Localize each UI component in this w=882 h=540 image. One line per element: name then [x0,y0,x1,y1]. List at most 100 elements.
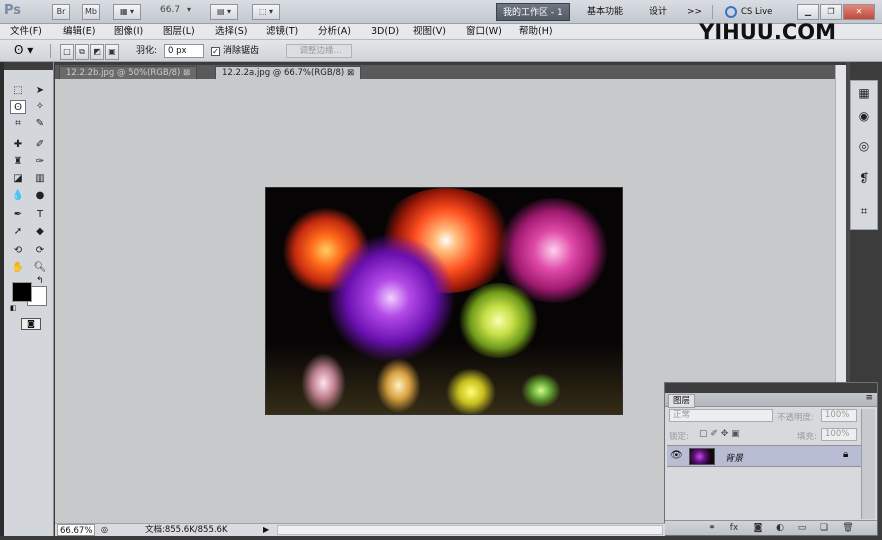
zoom-level[interactable]: 66.7 [160,5,180,15]
intersect-selection-button[interactable]: ▣ [105,44,119,60]
more-workspaces-button[interactable]: >> [681,3,708,21]
subtract-selection-button[interactable]: ◩ [90,44,104,60]
type-tool-icon[interactable]: T [32,208,48,222]
blur-tool-icon[interactable]: 💧 [10,189,26,203]
new-selection-icon: □ [63,47,71,56]
mini-bridge-button[interactable]: Mb [82,4,100,20]
tab-close-icon[interactable]: ⊠ [183,68,190,78]
layer-name[interactable]: 背景 [725,451,743,464]
foreground-color-swatch[interactable] [12,282,32,302]
hand-tool-icon[interactable]: ✋ [10,261,26,275]
visibility-eye-icon[interactable]: 👁︎ [670,450,683,461]
ground-firework-3 [446,368,496,414]
bridge-button[interactable]: Br [52,4,70,20]
link-layers-icon[interactable]: ⚭ [705,522,719,534]
status-menu-arrow-icon[interactable]: ▶ [263,524,269,536]
document-image-fireworks[interactable] [265,187,623,415]
menu-view[interactable]: 视图(V) [413,25,446,39]
brush-tool-icon[interactable]: ✐ [32,138,48,152]
eraser-tool-icon[interactable]: ◪ [10,172,26,186]
tab-close-icon[interactable]: ⊠ [347,68,354,78]
menu-window[interactable]: 窗口(W) [466,25,502,39]
rectangular-marquee-tool-icon[interactable]: ⬚ [10,84,26,98]
shape-tool-icon[interactable]: ◆ [32,225,48,239]
swap-colors-icon[interactable]: ↰ [36,276,44,286]
panel-dock: ▦ ◉ ◎ ❡ ⌗ [850,80,878,230]
layers-scrollbar[interactable] [861,409,875,519]
horizontal-scrollbar[interactable] [277,525,663,535]
3d-orbit-tool-icon[interactable]: ⟳ [32,244,48,258]
menu-layer[interactable]: 图层(L) [163,25,195,39]
adjustments-icon[interactable]: ◎ [854,136,874,156]
blend-mode-select[interactable]: 正常 [669,409,773,422]
menu-filter[interactable]: 滤镜(T) [266,25,298,39]
tools-panel: ⬚ ➤ ʘ ✧ ⌗ ✎ ✚ ✐ ♜ ✑ ◪ ▥ 💧 ● ✒ T ➚ ◆ ⟲ ⟳ … [4,62,54,540]
lock-icons[interactable]: ▢ ✐ ✥ ▣ [699,429,740,439]
zoom-tool-icon[interactable]: 🔍︎ [32,261,48,275]
info-icon[interactable]: ◉ [854,106,874,126]
spot-healing-tool-icon[interactable]: ✚ [10,138,26,152]
crop-tool-icon[interactable]: ⌗ [10,117,26,131]
tab-document-b[interactable]: 12.2.2b.jpg @ 50%(RGB/8) ⊠ [59,66,198,79]
transform-icon[interactable]: ⌗ [854,201,874,221]
cs-live-button[interactable]: CS Live [741,5,772,19]
workspace-essentials[interactable]: 基本功能 [581,3,629,21]
view-extras-button[interactable]: ▦ ▾ [113,4,141,20]
minimize-button[interactable]: ▁ [797,4,819,20]
menu-help[interactable]: 帮助(H) [519,25,553,39]
dodge-tool-icon[interactable]: ● [32,189,48,203]
history-brush-tool-icon[interactable]: ✑ [32,155,48,169]
fill-input[interactable]: 100% [821,428,857,441]
quick-mask-button[interactable]: ◙ [21,318,41,330]
tab-layers[interactable]: 图层 [668,394,696,408]
path-selection-tool-icon[interactable]: ➚ [10,225,26,239]
menu-edit[interactable]: 编辑(E) [63,25,95,39]
zoom-dropdown-icon[interactable]: ▾ [187,5,191,14]
menu-image[interactable]: 图像(I) [114,25,143,39]
lasso-tool-preset-icon[interactable]: ʘ ▾ [14,43,33,57]
minimize-icon: ▁ [804,7,812,16]
layer-style-icon[interactable]: fx [727,522,741,534]
histogram-icon[interactable]: ▦ [854,83,874,103]
new-layer-icon[interactable]: ❏ [817,522,831,534]
lasso-tool-icon[interactable]: ʘ [10,100,26,114]
pen-tool-icon[interactable]: ✒ [10,208,26,222]
restore-button[interactable]: ❐ [820,4,842,20]
antialias-checkbox[interactable]: ✓ [211,47,220,56]
tools-panel-header [4,62,53,70]
panel-menu-icon[interactable]: ≡ [865,393,873,403]
zoom-field[interactable]: 66.67% [57,524,96,536]
add-selection-button[interactable]: ⧉ [75,44,89,60]
arrange-documents-button[interactable]: ▤ ▾ [210,4,238,20]
antialias-label: 消除锯齿 [223,46,260,56]
layer-row-background[interactable]: 👁︎ 背景 🔒︎ [667,445,861,467]
screen-mode-button[interactable]: ⬚ ▾ [252,4,280,20]
clone-stamp-tool-icon[interactable]: ♜ [10,155,26,169]
move-tool-icon[interactable]: ➤ [32,84,48,98]
menu-analysis[interactable]: 分析(A) [318,25,351,39]
tab-document-a[interactable]: 12.2.2a.jpg @ 66.7%(RGB/8) ⊠ [215,66,362,79]
actions-icon[interactable]: ❡ [854,168,874,188]
workspace-design[interactable]: 设计 [643,3,673,21]
delete-layer-icon[interactable]: 🗑︎ [841,522,855,534]
feather-input[interactable]: 0 px [164,44,204,58]
3d-rotate-tool-icon[interactable]: ⟲ [10,244,26,258]
eyedropper-tool-icon[interactable]: ✎ [32,117,48,131]
new-selection-button[interactable]: □ [60,44,74,60]
gradient-tool-icon[interactable]: ▥ [32,172,48,186]
quick-selection-tool-icon[interactable]: ✧ [32,100,48,114]
default-colors-icon[interactable]: ◧ [10,304,17,312]
layer-mask-icon[interactable]: ◙ [751,522,765,534]
photoshop-logo: Ps [4,3,22,18]
workspace-my-workspace[interactable]: 我的工作区 - 1 [496,3,570,21]
adjustment-layer-icon[interactable]: ◐ [773,522,787,534]
close-button[interactable]: ✕ [843,4,875,20]
options-bar: ʘ ▾ □ ⧉ ◩ ▣ 羽化: 0 px ✓ 消除锯齿 调整边缘... [0,40,882,62]
menu-3d[interactable]: 3D(D) [371,25,399,39]
menu-file[interactable]: 文件(F) [10,25,42,39]
subtract-selection-icon: ◩ [93,47,101,56]
group-layers-icon[interactable]: ▭ [795,522,809,534]
refine-edge-button[interactable]: 调整边缘... [286,44,352,58]
menu-select[interactable]: 选择(S) [215,25,247,39]
opacity-input[interactable]: 100% [821,409,857,422]
